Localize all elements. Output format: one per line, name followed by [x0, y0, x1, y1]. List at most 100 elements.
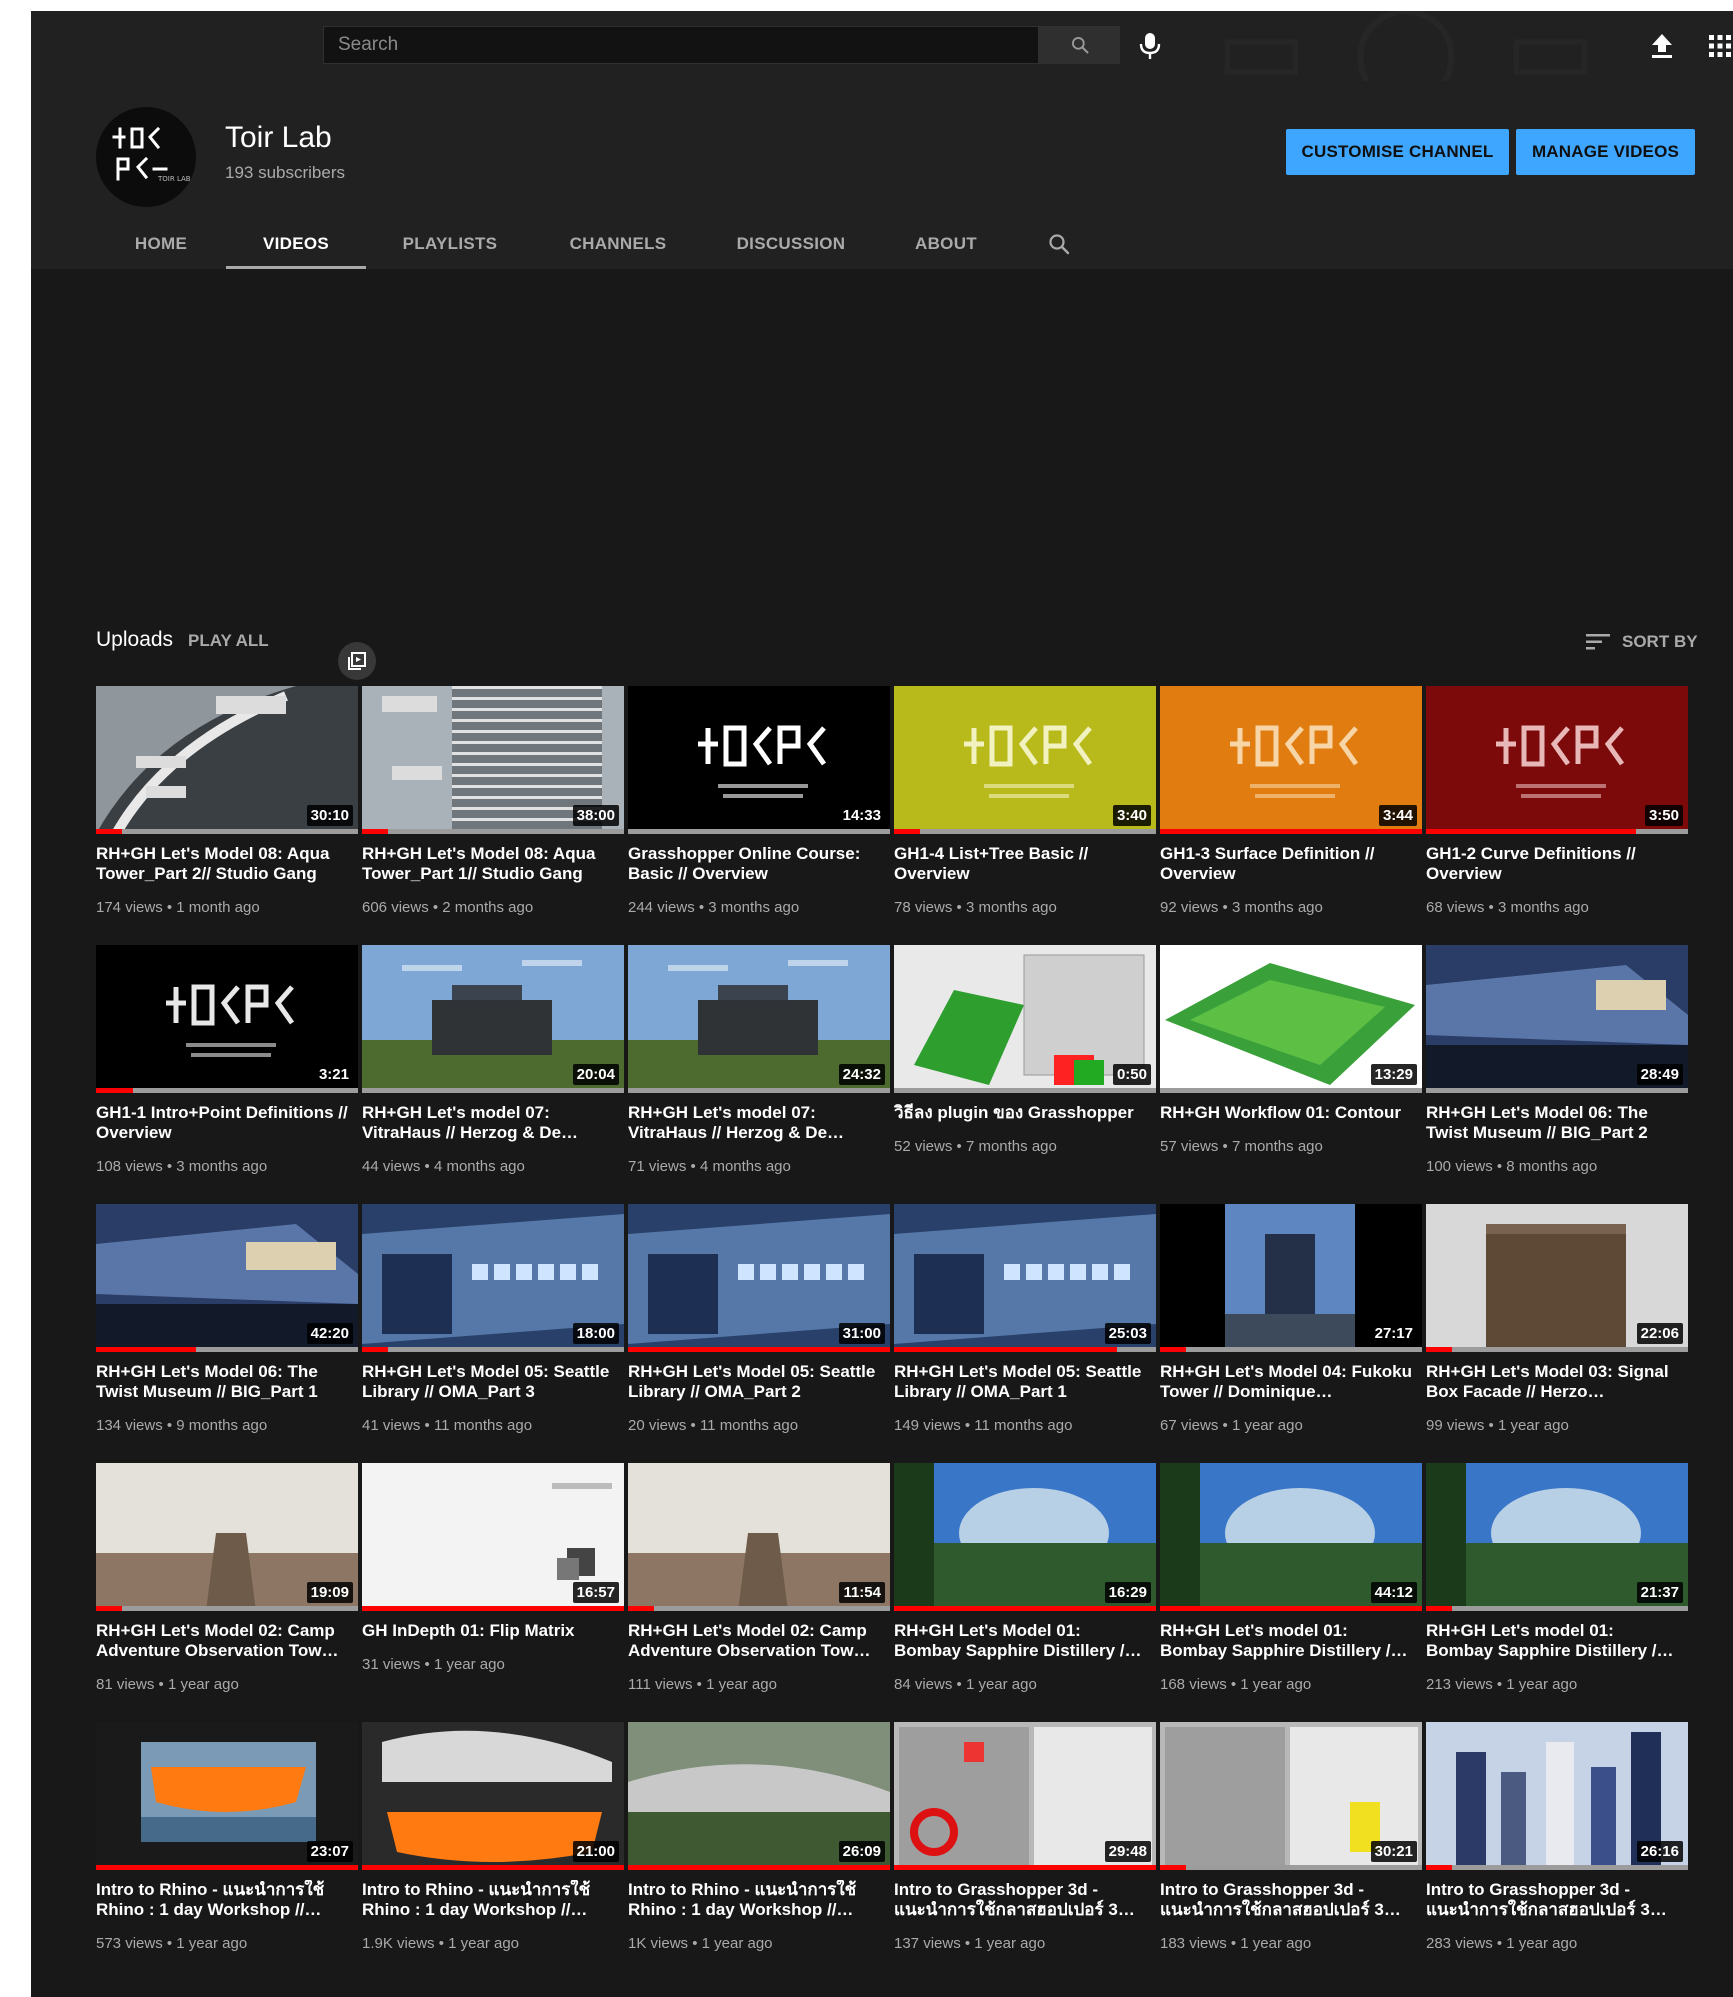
video-thumbnail[interactable]: 3:21: [96, 945, 358, 1093]
add-to-playlist-button[interactable]: [338, 642, 376, 680]
video-thumbnail[interactable]: 22:06: [1426, 1204, 1688, 1352]
video-thumbnail[interactable]: 18:00: [362, 1204, 624, 1352]
search-input[interactable]: [324, 27, 1038, 63]
video-thumbnail[interactable]: 3:40: [894, 686, 1156, 834]
video-card[interactable]: 21:37 RH+GH Let's model 01: Bombay Sapphi…: [1426, 1463, 1688, 1703]
video-thumbnail[interactable]: 14:33: [628, 686, 890, 834]
video-card[interactable]: 27:17 RH+GH Let's Model 04: Fukoku Tower …: [1160, 1204, 1422, 1444]
video-title[interactable]: Intro to Grasshopper 3d - แนะนำการใช้กลา…: [1160, 1880, 1415, 1920]
video-title[interactable]: Intro to Rhino - แนะนำการใช้ Rhino : 1 d…: [362, 1880, 617, 1920]
video-title[interactable]: Intro to Rhino - แนะนำการใช้ Rhino : 1 d…: [628, 1880, 883, 1920]
tab-discussion[interactable]: DISCUSSION: [702, 219, 880, 269]
video-card[interactable]: 42:20 RH+GH Let's Model 06: The Twist Mus…: [96, 1204, 358, 1444]
video-thumbnail[interactable]: 19:09: [96, 1463, 358, 1611]
video-thumbnail[interactable]: 0:50: [894, 945, 1156, 1093]
video-card[interactable]: 28:49 RH+GH Let's Model 06: The Twist Mus…: [1426, 945, 1688, 1185]
customise-channel-button[interactable]: CUSTOMISE CHANNEL: [1286, 129, 1509, 175]
video-title[interactable]: RH+GH Let's Model 02: Camp Adventure Obs…: [628, 1621, 883, 1661]
search-button[interactable]: [1039, 26, 1120, 64]
apps-button[interactable]: [1705, 31, 1733, 61]
video-thumbnail[interactable]: 20:04: [362, 945, 624, 1093]
video-title[interactable]: RH+GH Let's Model 05: Seattle Library //…: [362, 1362, 617, 1402]
video-title[interactable]: GH InDepth 01: Flip Matrix: [362, 1621, 617, 1641]
video-thumbnail[interactable]: 24:32: [628, 945, 890, 1093]
video-thumbnail[interactable]: 16:57: [362, 1463, 624, 1611]
sort-by-button[interactable]: SORT BY: [1586, 629, 1698, 655]
video-card[interactable]: 0:50 วิธีลง plugin ของ Grasshopper 52 view…: [894, 945, 1156, 1185]
tab-home[interactable]: HOME: [96, 219, 226, 269]
video-card[interactable]: 16:29 RH+GH Let's Model 01: Bombay Sapphi…: [894, 1463, 1156, 1703]
video-title[interactable]: วิธีลง plugin ของ Grasshopper: [894, 1103, 1149, 1123]
video-title[interactable]: RH+GH Let's Model 01: Bombay Sapphire Di…: [894, 1621, 1149, 1661]
video-card[interactable]: 22:06 RH+GH Let's Model 03: Signal Box Fa…: [1426, 1204, 1688, 1444]
video-title[interactable]: RH+GH Let's Model 08: Aqua Tower_Part 2/…: [96, 844, 351, 884]
video-thumbnail[interactable]: 31:00: [628, 1204, 890, 1352]
video-title[interactable]: Intro to Grasshopper 3d - แนะนำการใช้กลา…: [894, 1880, 1149, 1920]
video-card[interactable]: 19:09 RH+GH Let's Model 02: Camp Adventur…: [96, 1463, 358, 1703]
video-thumbnail[interactable]: 29:48: [894, 1722, 1156, 1870]
video-thumbnail[interactable]: 26:09: [628, 1722, 890, 1870]
video-card[interactable]: 30:21 Intro to Grasshopper 3d - แนะนำการใ…: [1160, 1722, 1422, 1962]
video-thumbnail[interactable]: 13:29: [1160, 945, 1422, 1093]
video-title[interactable]: RH+GH Let's model 01: Bombay Sapphire Di…: [1160, 1621, 1415, 1661]
video-title[interactable]: GH1-2 Curve Definitions // Overview: [1426, 844, 1681, 884]
video-card[interactable]: 26:16 Intro to Grasshopper 3d - แนะนำการใ…: [1426, 1722, 1688, 1962]
video-title[interactable]: RH+GH Let's Model 06: The Twist Museum /…: [1426, 1103, 1681, 1143]
video-thumbnail[interactable]: 11:54: [628, 1463, 890, 1611]
channel-search-button[interactable]: [1034, 219, 1084, 269]
video-card[interactable]: 20:04 RH+GH Let's model 07: VitraHaus // …: [362, 945, 624, 1185]
video-thumbnail[interactable]: 27:17: [1160, 1204, 1422, 1352]
video-card[interactable]: 14:33 Grasshopper Online Course: Basic //…: [628, 686, 890, 926]
channel-avatar[interactable]: TOIR LAB: [96, 107, 196, 207]
video-thumbnail[interactable]: 28:49: [1426, 945, 1688, 1093]
video-card[interactable]: 24:32 RH+GH Let's model 07: VitraHaus // …: [628, 945, 890, 1185]
video-card[interactable]: 44:12 RH+GH Let's model 01: Bombay Sapphi…: [1160, 1463, 1422, 1703]
video-thumbnail[interactable]: 3:44: [1160, 686, 1422, 834]
voice-search-button[interactable]: [1132, 31, 1168, 61]
video-title[interactable]: RH+GH Let's Model 04: Fukoku Tower // Do…: [1160, 1362, 1415, 1402]
video-title[interactable]: GH1-4 List+Tree Basic // Overview: [894, 844, 1149, 884]
video-thumbnail[interactable]: 16:29: [894, 1463, 1156, 1611]
video-title[interactable]: RH+GH Let's Model 05: Seattle Library //…: [894, 1362, 1149, 1402]
video-thumbnail[interactable]: 23:07: [96, 1722, 358, 1870]
video-thumbnail[interactable]: 3:50: [1426, 686, 1688, 834]
video-thumbnail[interactable]: 38:00: [362, 686, 624, 834]
video-card[interactable]: 11:54 RH+GH Let's Model 02: Camp Adventur…: [628, 1463, 890, 1703]
video-title[interactable]: RH+GH Let's Model 02: Camp Adventure Obs…: [96, 1621, 351, 1661]
video-card[interactable]: 3:44 GH1-3 Surface Definition // Overview…: [1160, 686, 1422, 926]
video-card[interactable]: 29:48 Intro to Grasshopper 3d - แนะนำการใ…: [894, 1722, 1156, 1962]
video-title[interactable]: RH+GH Let's Model 05: Seattle Library //…: [628, 1362, 883, 1402]
video-card[interactable]: 23:07 Intro to Rhino - แนะนำการใช้ Rhino …: [96, 1722, 358, 1962]
video-thumbnail[interactable]: 21:37: [1426, 1463, 1688, 1611]
play-all-button[interactable]: PLAY ALL: [188, 631, 269, 651]
video-title[interactable]: RH+GH Let's model 07: VitraHaus // Herzo…: [362, 1103, 617, 1143]
manage-videos-button[interactable]: MANAGE VIDEOS: [1516, 129, 1695, 175]
video-card[interactable]: 25:03 RH+GH Let's Model 05: Seattle Libra…: [894, 1204, 1156, 1444]
video-title[interactable]: RH+GH Let's model 07: VitraHaus // Herzo…: [628, 1103, 883, 1143]
video-title[interactable]: GH1-1 Intro+Point Definitions // Overvie…: [96, 1103, 351, 1143]
video-thumbnail[interactable]: 42:20: [96, 1204, 358, 1352]
video-card[interactable]: 30:10 RH+GH Let's Model 08: Aqua Tower_Pa…: [96, 686, 358, 926]
video-title[interactable]: RH+GH Let's Model 08: Aqua Tower_Part 1/…: [362, 844, 617, 884]
video-title[interactable]: RH+GH Let's Model 06: The Twist Museum /…: [96, 1362, 351, 1402]
video-thumbnail[interactable]: 21:00: [362, 1722, 624, 1870]
video-card[interactable]: 3:40 GH1-4 List+Tree Basic // Overview 78 …: [894, 686, 1156, 926]
tab-playlists[interactable]: PLAYLISTS: [366, 219, 534, 269]
video-title[interactable]: Grasshopper Online Course: Basic // Over…: [628, 844, 883, 884]
video-title[interactable]: Intro to Rhino - แนะนำการใช้ Rhino : 1 d…: [96, 1880, 351, 1920]
tab-channels[interactable]: CHANNELS: [534, 219, 702, 269]
video-title[interactable]: RH+GH Workflow 01: Contour: [1160, 1103, 1415, 1123]
video-card[interactable]: 21:00 Intro to Rhino - แนะนำการใช้ Rhino …: [362, 1722, 624, 1962]
video-title[interactable]: RH+GH Let's Model 03: Signal Box Facade …: [1426, 1362, 1681, 1402]
video-thumbnail[interactable]: 25:03: [894, 1204, 1156, 1352]
video-card[interactable]: 18:00 RH+GH Let's Model 05: Seattle Libra…: [362, 1204, 624, 1444]
upload-button[interactable]: [1646, 31, 1678, 61]
tab-about[interactable]: ABOUT: [880, 219, 1012, 269]
video-thumbnail[interactable]: 26:16: [1426, 1722, 1688, 1870]
video-thumbnail[interactable]: 30:10: [96, 686, 358, 834]
video-title[interactable]: RH+GH Let's model 01: Bombay Sapphire Di…: [1426, 1621, 1681, 1661]
video-card[interactable]: 3:21 GH1-1 Intro+Point Definitions // Ove…: [96, 945, 358, 1185]
tab-videos[interactable]: VIDEOS: [226, 219, 366, 269]
video-thumbnail[interactable]: 44:12: [1160, 1463, 1422, 1611]
video-title[interactable]: Intro to Grasshopper 3d - แนะนำการใช้กลา…: [1426, 1880, 1681, 1920]
